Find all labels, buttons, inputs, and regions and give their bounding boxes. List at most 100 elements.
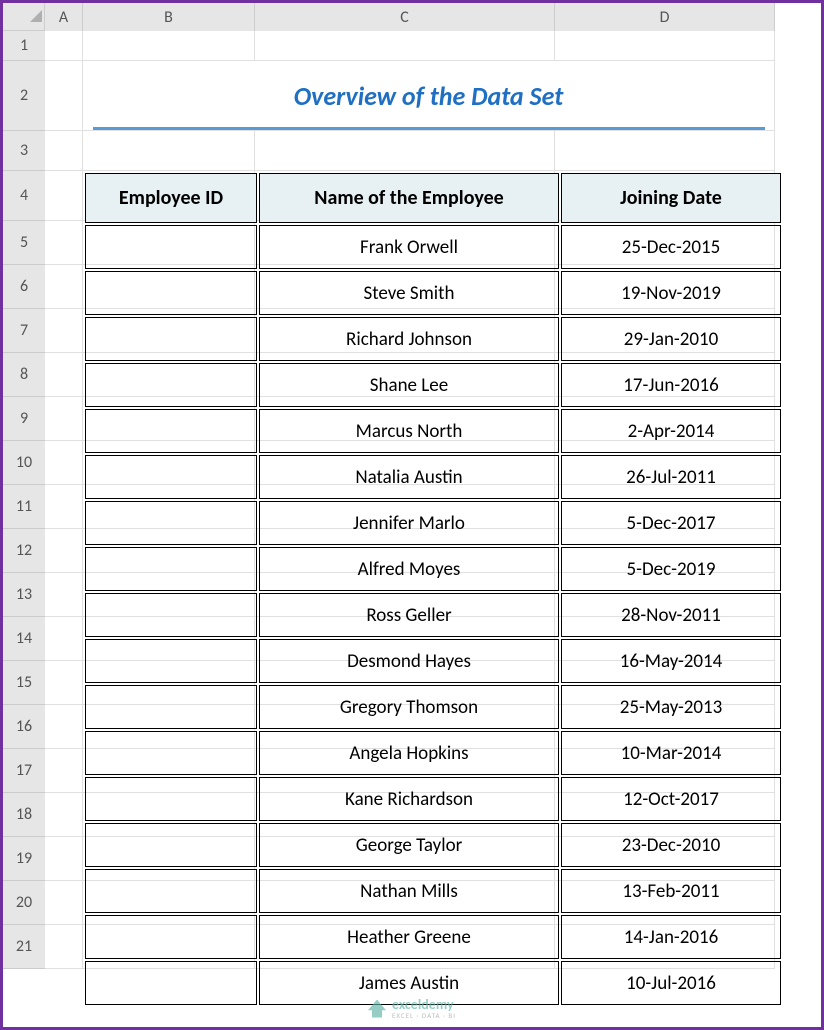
cell-A15[interactable] [45, 661, 83, 705]
table-cell-id[interactable] [85, 823, 257, 867]
cell-A6[interactable] [45, 265, 83, 309]
row-header-8[interactable]: 8 [3, 353, 45, 397]
table-cell-date[interactable]: 14-Jan-2016 [561, 915, 781, 959]
table-cell-name[interactable]: Gregory Thomson [259, 685, 559, 729]
table-cell-id[interactable] [85, 731, 257, 775]
row-header-16[interactable]: 16 [3, 705, 45, 749]
table-header-1[interactable]: Name of the Employee [259, 173, 559, 223]
table-header-0[interactable]: Employee ID [85, 173, 257, 223]
table-cell-date[interactable]: 2-Apr-2014 [561, 409, 781, 453]
column-header-A[interactable]: A [45, 3, 83, 31]
table-cell-id[interactable] [85, 409, 257, 453]
cell-A2[interactable] [45, 61, 83, 131]
table-cell-date[interactable]: 17-Jun-2016 [561, 363, 781, 407]
table-cell-date[interactable]: 10-Jul-2016 [561, 961, 781, 1005]
cell-A19[interactable] [45, 837, 83, 881]
table-cell-id[interactable] [85, 593, 257, 637]
table-cell-date[interactable]: 5-Dec-2019 [561, 547, 781, 591]
row-header-13[interactable]: 13 [3, 573, 45, 617]
cell-A7[interactable] [45, 309, 83, 353]
cell-A1[interactable] [45, 31, 83, 61]
table-cell-id[interactable] [85, 501, 257, 545]
table-cell-date[interactable]: 29-Jan-2010 [561, 317, 781, 361]
row-header-20[interactable]: 20 [3, 881, 45, 925]
table-cell-id[interactable] [85, 363, 257, 407]
row-header-19[interactable]: 19 [3, 837, 45, 881]
cell-A20[interactable] [45, 881, 83, 925]
table-cell-name[interactable]: Richard Johnson [259, 317, 559, 361]
cell-A18[interactable] [45, 793, 83, 837]
table-cell-date[interactable]: 25-Dec-2015 [561, 225, 781, 269]
column-header-C[interactable]: C [255, 3, 555, 31]
row-header-5[interactable]: 5 [3, 221, 45, 265]
table-cell-date[interactable]: 28-Nov-2011 [561, 593, 781, 637]
table-cell-id[interactable] [85, 961, 257, 1005]
table-header-2[interactable]: Joining Date [561, 173, 781, 223]
cell-A9[interactable] [45, 397, 83, 441]
table-cell-id[interactable] [85, 685, 257, 729]
row-header-15[interactable]: 15 [3, 661, 45, 705]
table-cell-date[interactable]: 25-May-2013 [561, 685, 781, 729]
table-cell-date[interactable]: 5-Dec-2017 [561, 501, 781, 545]
cell-A13[interactable] [45, 573, 83, 617]
table-cell-name[interactable]: Nathan Mills [259, 869, 559, 913]
cell-A5[interactable] [45, 221, 83, 265]
table-cell-name[interactable]: George Taylor [259, 823, 559, 867]
cell-A21[interactable] [45, 925, 83, 969]
row-header-21[interactable]: 21 [3, 925, 45, 969]
select-all-corner[interactable] [3, 3, 45, 31]
table-cell-id[interactable] [85, 317, 257, 361]
cell-A10[interactable] [45, 441, 83, 485]
table-cell-name[interactable]: Frank Orwell [259, 225, 559, 269]
row-header-9[interactable]: 9 [3, 397, 45, 441]
cell-B3[interactable] [83, 131, 255, 171]
row-header-7[interactable]: 7 [3, 309, 45, 353]
table-cell-name[interactable]: Natalia Austin [259, 455, 559, 499]
row-header-4[interactable]: 4 [3, 171, 45, 221]
row-header-2[interactable]: 2 [3, 61, 45, 131]
row-header-11[interactable]: 11 [3, 485, 45, 529]
cell-A17[interactable] [45, 749, 83, 793]
table-cell-name[interactable]: Angela Hopkins [259, 731, 559, 775]
row-header-18[interactable]: 18 [3, 793, 45, 837]
column-header-B[interactable]: B [83, 3, 255, 31]
table-cell-name[interactable]: Desmond Hayes [259, 639, 559, 683]
table-cell-name[interactable]: Marcus North [259, 409, 559, 453]
table-cell-id[interactable] [85, 225, 257, 269]
table-cell-id[interactable] [85, 547, 257, 591]
table-cell-date[interactable]: 23-Dec-2010 [561, 823, 781, 867]
table-cell-name[interactable]: Heather Greene [259, 915, 559, 959]
row-header-6[interactable]: 6 [3, 265, 45, 309]
cell-A14[interactable] [45, 617, 83, 661]
table-cell-id[interactable] [85, 915, 257, 959]
row-header-14[interactable]: 14 [3, 617, 45, 661]
table-cell-date[interactable]: 16-May-2014 [561, 639, 781, 683]
column-header-D[interactable]: D [555, 3, 775, 31]
cell-A11[interactable] [45, 485, 83, 529]
table-cell-id[interactable] [85, 271, 257, 315]
table-cell-name[interactable]: Steve Smith [259, 271, 559, 315]
cell-B1[interactable] [83, 31, 255, 61]
table-cell-name[interactable]: Ross Geller [259, 593, 559, 637]
cell-A4[interactable] [45, 171, 83, 221]
cell-A12[interactable] [45, 529, 83, 573]
table-cell-date[interactable]: 12-Oct-2017 [561, 777, 781, 821]
row-header-10[interactable]: 10 [3, 441, 45, 485]
table-cell-date[interactable]: 26-Jul-2011 [561, 455, 781, 499]
table-cell-id[interactable] [85, 639, 257, 683]
table-cell-name[interactable]: Jennifer Marlo [259, 501, 559, 545]
cell-D1[interactable] [555, 31, 775, 61]
row-header-1[interactable]: 1 [3, 31, 45, 61]
row-header-12[interactable]: 12 [3, 529, 45, 573]
table-cell-name[interactable]: Kane Richardson [259, 777, 559, 821]
cell-C1[interactable] [255, 31, 555, 61]
table-cell-name[interactable]: Alfred Moyes [259, 547, 559, 591]
table-cell-name[interactable]: Shane Lee [259, 363, 559, 407]
cell-A16[interactable] [45, 705, 83, 749]
cell-D3[interactable] [555, 131, 775, 171]
row-header-17[interactable]: 17 [3, 749, 45, 793]
table-cell-id[interactable] [85, 777, 257, 821]
table-cell-id[interactable] [85, 869, 257, 913]
table-cell-id[interactable] [85, 455, 257, 499]
table-cell-date[interactable]: 10-Mar-2014 [561, 731, 781, 775]
